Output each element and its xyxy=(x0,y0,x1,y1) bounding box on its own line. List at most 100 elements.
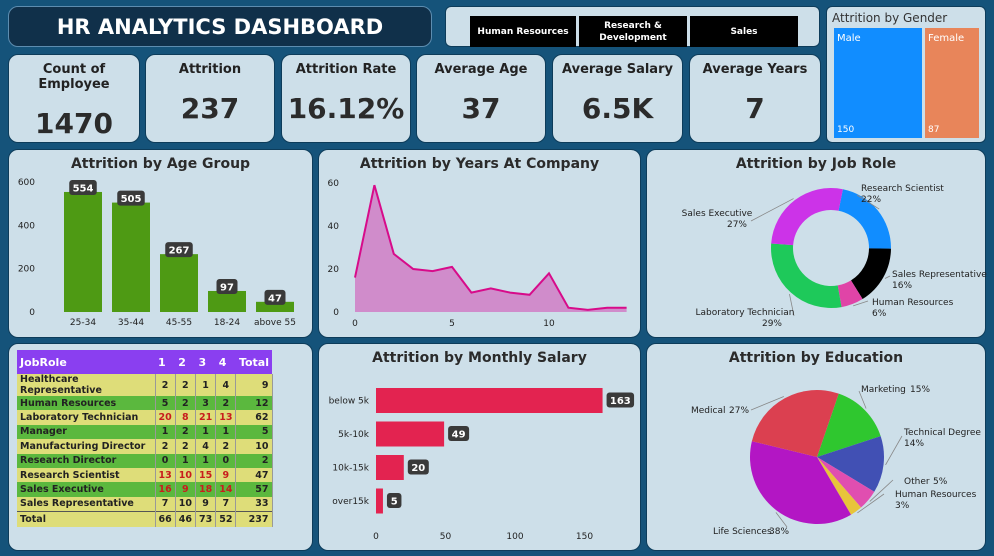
kpi-employee-count: Count of Employee 1470 xyxy=(8,54,140,143)
attrition-by-job-role-panel: Attrition by Job Role Research Scientist… xyxy=(646,149,987,338)
age-bar xyxy=(208,290,246,312)
edu-leader-line xyxy=(885,435,903,466)
role-slice-label: Laboratory Technician xyxy=(696,308,795,318)
matrix-header-1[interactable]: 1 xyxy=(155,350,176,374)
age-data-label: 505 xyxy=(121,194,142,205)
matrix-value-cell: 13 xyxy=(215,410,237,425)
slicer-sales-button[interactable]: Sales xyxy=(690,16,798,47)
kpi-value: 237 xyxy=(180,92,240,125)
kpi-average-salary: Average Salary 6.5K xyxy=(552,54,683,143)
table-row: Laboratory Technician 20 8 21 13 62 xyxy=(17,410,273,425)
matrix-value-cell: 13 xyxy=(155,467,176,483)
kpi-attrition: Attrition 237 xyxy=(145,54,275,143)
matrix-value-cell: 2 xyxy=(175,374,196,396)
matrix-header-total[interactable]: Total xyxy=(235,350,272,374)
age-y-tick: 400 xyxy=(18,221,35,231)
age-bar xyxy=(112,202,150,312)
matrix-value-cell: 1 xyxy=(195,453,217,468)
table-row: Research Director 0 1 1 0 2 xyxy=(17,453,273,468)
matrix-role-cell: Human Resources xyxy=(17,396,156,411)
age-bar-chart: 0 200 400 600 554 25-34 505 35-44 267 45-55 97 18-2… xyxy=(18,178,296,328)
age-bar xyxy=(160,254,198,312)
salary-data-label: 163 xyxy=(610,396,631,407)
matrix-value-cell: 2 xyxy=(175,396,196,411)
role-slice-pct: 16% xyxy=(892,281,912,291)
edu-slice-label: Medical xyxy=(691,406,725,416)
slicer-human-resources-button[interactable]: Human Resources xyxy=(470,16,576,47)
role-slice-pct: 6% xyxy=(872,309,887,319)
matrix-value-cell: 10 xyxy=(175,496,196,512)
male-tile[interactable]: Male 150 xyxy=(834,28,922,138)
matrix-value-cell: 66 xyxy=(155,511,176,527)
role-slice xyxy=(771,187,843,246)
matrix-value-cell: 0 xyxy=(215,453,237,468)
kpi-label: Count of Employee xyxy=(38,62,110,92)
matrix-total-cell: 5 xyxy=(235,424,273,440)
age-y-tick: 0 xyxy=(29,308,35,318)
salary-bar xyxy=(376,388,603,413)
attrition-by-age-panel: Attrition by Age Group 0 200 400 600 554 25-3… xyxy=(8,149,313,338)
years-area-chart: 0 20 40 60 0 5 10 xyxy=(328,179,627,329)
table-row: Manager 1 2 1 1 5 xyxy=(17,424,273,440)
matrix-header-jobrole[interactable]: JobRole xyxy=(17,350,155,374)
years-x-tick: 0 xyxy=(352,319,358,329)
role-slice-label: Sales Representative xyxy=(892,270,987,280)
edu-slice-label: Technical Degree xyxy=(903,428,981,438)
matrix-value-cell: 1 xyxy=(155,424,176,440)
role-slice-pct: 27% xyxy=(727,220,747,230)
salary-x-tick: 50 xyxy=(440,532,452,542)
matrix-value-cell: 1 xyxy=(215,424,237,440)
kpi-value: 7 xyxy=(745,92,765,125)
edu-slice-pct: 38% xyxy=(769,527,789,537)
matrix-role-cell: Manufacturing Director xyxy=(17,439,156,454)
matrix-value-cell: 9 xyxy=(175,482,196,497)
matrix-value-cell: 7 xyxy=(155,496,176,512)
female-tile[interactable]: Female 87 xyxy=(925,28,979,138)
job-role-matrix: JobRole 1 2 3 4 Total Healthcare Represe… xyxy=(17,350,273,527)
matrix-total-cell: 62 xyxy=(235,410,273,425)
gender-chart-title: Attrition by Gender xyxy=(832,11,948,25)
table-row: Sales Representative 7 10 9 7 33 xyxy=(17,496,273,512)
age-y-tick: 200 xyxy=(18,265,35,275)
age-x-tick: 45-55 xyxy=(166,318,192,328)
edu-slice-pct: 15% xyxy=(910,385,930,395)
edu-slice-pct: 27% xyxy=(729,406,749,416)
matrix-total-row: Total 66 46 73 52 237 xyxy=(17,511,273,527)
matrix-total-cell: 237 xyxy=(235,511,273,527)
matrix-value-cell: 2 xyxy=(155,374,176,396)
salary-x-tick: 150 xyxy=(576,532,593,542)
role-slice xyxy=(771,243,842,308)
attrition-by-salary-panel: Attrition by Monthly Salary 0 50 100 150 bel… xyxy=(318,343,641,551)
matrix-header-3[interactable]: 3 xyxy=(195,350,216,374)
role-slice-label: Research Scientist xyxy=(861,184,944,194)
salary-bar-chart: 0 50 100 150 below 5k 163 5k-10k 49 10k-15k 20 ove… xyxy=(329,388,635,542)
edu-slice-pct: 3% xyxy=(895,501,910,511)
age-data-label: 267 xyxy=(169,246,190,257)
matrix-role-cell: Laboratory Technician xyxy=(17,410,156,425)
matrix-header-row: JobRole 1 2 3 4 Total xyxy=(17,350,272,374)
years-x-tick: 5 xyxy=(449,319,455,329)
years-y-tick: 40 xyxy=(328,222,340,232)
matrix-value-cell: 73 xyxy=(195,511,217,527)
table-row: Human Resources 5 2 3 2 12 xyxy=(17,396,273,411)
matrix-header-2[interactable]: 2 xyxy=(175,350,196,374)
salary-x-tick: 100 xyxy=(506,532,523,542)
salary-bar xyxy=(376,455,404,480)
matrix-value-cell: 1 xyxy=(175,453,196,468)
matrix-total-cell: 47 xyxy=(235,467,273,483)
matrix-header-4[interactable]: 4 xyxy=(215,350,236,374)
matrix-role-cell: Sales Representative xyxy=(17,496,156,512)
slicer-research-development-button[interactable]: Research & Development xyxy=(579,16,687,47)
matrix-value-cell: 9 xyxy=(215,467,237,483)
age-x-tick: 25-34 xyxy=(70,318,96,328)
matrix-role-cell: Total xyxy=(17,511,156,527)
role-leader-line xyxy=(884,275,891,279)
salary-bar xyxy=(376,488,383,514)
matrix-value-cell: 20 xyxy=(155,410,176,425)
age-data-label: 47 xyxy=(268,293,282,304)
edu-slice-label: Other xyxy=(904,477,930,487)
matrix-value-cell: 0 xyxy=(155,453,176,468)
kpi-value: 16.12% xyxy=(287,92,405,125)
attrition-by-gender-panel: Attrition by Gender Male 150 Female 87 xyxy=(826,6,986,143)
education-pie-chart: Marketing 15% Technical Degree14% Other 5% Hu… xyxy=(691,385,981,537)
